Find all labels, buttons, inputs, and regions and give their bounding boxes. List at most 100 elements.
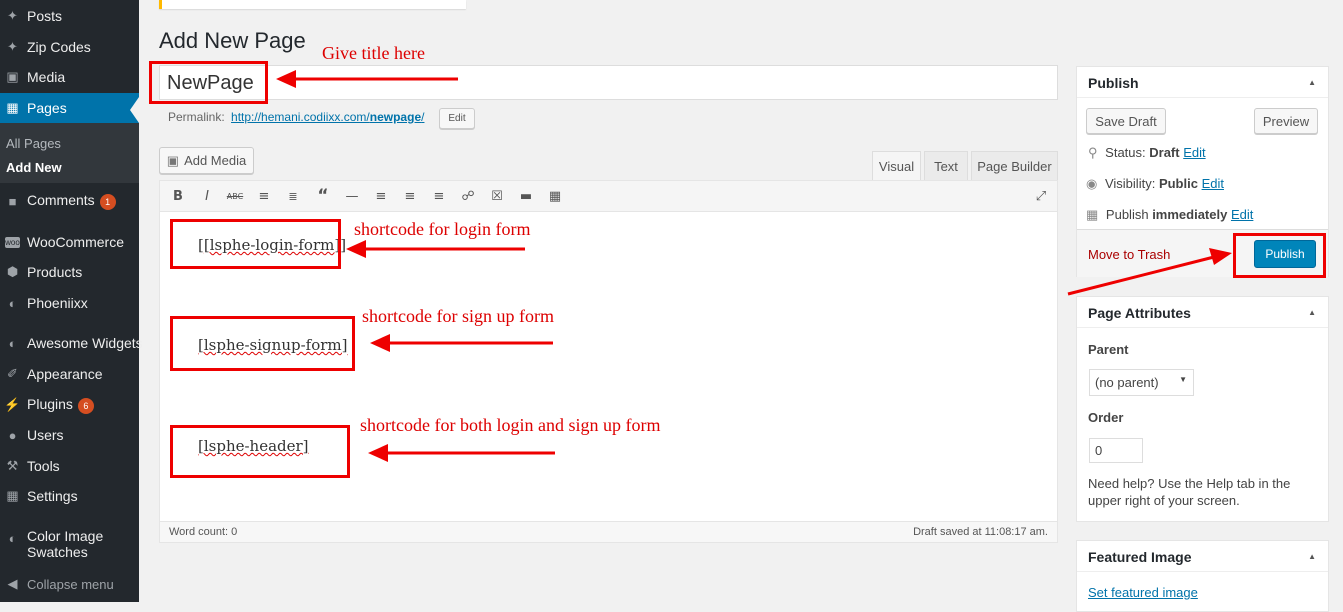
collapse-toggle-icon[interactable]: ▲ — [1308, 78, 1316, 87]
collapse-menu[interactable]: ◀ Collapse menu — [0, 569, 139, 599]
circle-icon: ◐ — [8, 531, 17, 546]
publish-box-header[interactable]: Publish ▲ — [1077, 67, 1328, 98]
sidebar-item-woocommerce[interactable]: woo WooCommerce — [0, 227, 139, 257]
collapse-toggle-icon[interactable]: ▲ — [1308, 308, 1316, 317]
draft-saved: Draft saved at 11:08:17 am. — [913, 526, 1048, 538]
strikethrough-icon[interactable]: ABC — [226, 187, 244, 205]
save-draft-button[interactable]: Save Draft — [1086, 108, 1166, 134]
visibility-label: Visibility: — [1104, 176, 1156, 191]
permalink-url-suffix: / — [421, 110, 425, 124]
sidebar-item-label: WooCommerce — [27, 234, 124, 250]
submenu-add-new[interactable]: Add New — [6, 160, 62, 175]
sidebar-item-users[interactable]: ● Users — [0, 420, 139, 450]
blockquote-icon[interactable]: “ — [314, 186, 332, 206]
parent-select-value: (no parent) — [1095, 375, 1159, 390]
tab-visual[interactable]: Visual — [872, 151, 921, 181]
chevron-down-icon: ▼ — [1179, 375, 1187, 384]
set-featured-image-link[interactable]: Set featured image — [1088, 585, 1198, 600]
sidebar-item-color-image-swatches[interactable]: ◐ Color Image Swatches — [0, 528, 139, 562]
annotation-title: Give title here — [322, 43, 425, 63]
tab-text[interactable]: Text — [924, 151, 968, 181]
title-input[interactable]: NewPage — [159, 65, 1058, 100]
publish-date-row: ▦ Publish immediately Edit — [1086, 207, 1253, 223]
permalink-link[interactable]: http://hemani.codiixx.com/newpage/ — [231, 110, 424, 124]
sidebar-item-plugins[interactable]: ⚡ Plugins 6 — [0, 390, 139, 420]
bullet-list-icon[interactable]: ≡ — [255, 187, 273, 205]
align-right-icon[interactable]: ≡ — [430, 187, 448, 205]
featured-box-header[interactable]: Featured Image ▲ — [1077, 541, 1328, 572]
sidebar-item-awesome-widgets[interactable]: ◐ Awesome Widgets — [0, 328, 143, 358]
align-left-icon[interactable]: ≡ — [372, 187, 390, 205]
submenu-all-pages[interactable]: All Pages — [6, 136, 61, 151]
unlink-icon[interactable]: ☒ — [488, 187, 506, 205]
align-center-icon[interactable]: ≡ — [401, 187, 419, 205]
sidebar-item-label: Appearance — [27, 366, 103, 382]
visibility-edit-link[interactable]: Edit — [1202, 176, 1224, 191]
sidebar-item-label: Media — [27, 69, 66, 85]
toolbar-toggle-icon[interactable]: ▦ — [546, 187, 564, 205]
sidebar-item-label: Pages — [27, 100, 67, 116]
move-to-trash-link[interactable]: Move to Trash — [1088, 247, 1170, 262]
annotation-login: shortcode for login form — [354, 219, 531, 239]
order-label: Order — [1088, 410, 1124, 425]
publish-edit-link[interactable]: Edit — [1231, 207, 1253, 222]
woo-icon: woo — [5, 236, 20, 248]
circle-icon: ◐ — [8, 335, 17, 351]
sidebar-item-label: Users — [27, 427, 64, 443]
permalink-label: Permalink: — [168, 110, 225, 124]
preview-button[interactable]: Preview — [1254, 108, 1318, 134]
sidebar-item-comments[interactable]: ■ Comments 1 — [0, 186, 139, 216]
order-input[interactable]: 0 — [1089, 438, 1143, 463]
annotation-both: shortcode for both login and sign up for… — [360, 415, 661, 435]
sidebar-item-label: Plugins — [27, 396, 73, 413]
parent-select[interactable]: (no parent) ▼ — [1089, 369, 1194, 396]
add-media-button[interactable]: ▣ Add Media — [159, 147, 254, 174]
collapse-icon: ◀ — [7, 576, 18, 591]
numbered-list-icon[interactable]: ≣ — [284, 187, 302, 205]
plugins-badge: 6 — [77, 397, 94, 414]
pages-submenu: All Pages Add New — [0, 123, 139, 183]
sidebar-item-pages[interactable]: ▦ Pages — [0, 93, 139, 123]
permalink-edit-button[interactable]: Edit — [439, 108, 475, 129]
sidebar-item-tools[interactable]: ⚒ Tools — [0, 451, 139, 481]
fullscreen-icon[interactable]: ⤢ — [1032, 187, 1050, 205]
visibility-value: Public — [1158, 176, 1198, 191]
title-highlight-box — [149, 61, 268, 104]
attributes-box-header[interactable]: Page Attributes ▲ — [1077, 297, 1328, 328]
permalink-row: Permalink: http://hemani.codiixx.com/new… — [168, 110, 424, 124]
editor-statusbar: Word count: 0 Draft saved at 11:08:17 am… — [160, 521, 1057, 542]
signup-highlight-box — [170, 316, 355, 371]
sidebar-item-label: Comments — [27, 192, 95, 209]
help-text: Need help? Use the Help tab in the upper… — [1088, 476, 1291, 508]
status-value: Draft — [1149, 145, 1180, 160]
eye-icon: ◉ — [1086, 176, 1098, 191]
sidebar-item-posts[interactable]: ✦ Posts — [0, 1, 139, 31]
media-icon: ▣ — [166, 152, 180, 168]
sidebar-item-label: Color Image Swatches — [27, 528, 104, 560]
status-edit-link[interactable]: Edit — [1183, 145, 1205, 160]
media-icon: ▣ — [6, 69, 19, 84]
read-more-icon[interactable]: ▬ — [517, 187, 535, 205]
sidebar-item-appearance[interactable]: ✐ Appearance — [0, 359, 139, 389]
italic-icon[interactable]: I — [198, 187, 216, 205]
sidebar-item-label: Posts — [27, 8, 63, 24]
featured-box-title: Featured Image — [1088, 549, 1192, 565]
sidebar-item-settings[interactable]: ▦ Settings — [0, 481, 139, 511]
editor-toolbar: B I ABC ≡ ≣ “ — ≡ ≡ ≡ ☍ ☒ ▬ ▦ ⤢ — [160, 181, 1057, 212]
sidebar-item-phoeniixx[interactable]: ◐ Phoeniixx — [0, 288, 139, 318]
sidebar-item-zip-codes[interactable]: ✦ Zip Codes — [0, 32, 139, 62]
publish-label: Publish — [1105, 207, 1149, 222]
bold-icon[interactable]: B — [169, 187, 187, 205]
box-icon: ⬢ — [6, 264, 19, 279]
featured-image-box: Featured Image ▲ Set featured image — [1076, 540, 1329, 612]
link-icon[interactable]: ☍ — [459, 187, 477, 205]
add-media-label: Add Media — [184, 153, 247, 168]
permalink-slug: newpage — [369, 110, 422, 124]
sidebar-item-products[interactable]: ⬢ Products — [0, 257, 139, 287]
permalink-url-prefix: http://hemani.codiixx.com/ — [231, 110, 370, 124]
collapse-toggle-icon[interactable]: ▲ — [1308, 552, 1316, 561]
sidebar-item-label: Phoeniixx — [27, 295, 88, 311]
horizontal-line-icon[interactable]: — — [343, 187, 361, 205]
sidebar-item-media[interactable]: ▣ Media — [0, 62, 139, 92]
tab-page-builder[interactable]: Page Builder — [971, 151, 1058, 181]
